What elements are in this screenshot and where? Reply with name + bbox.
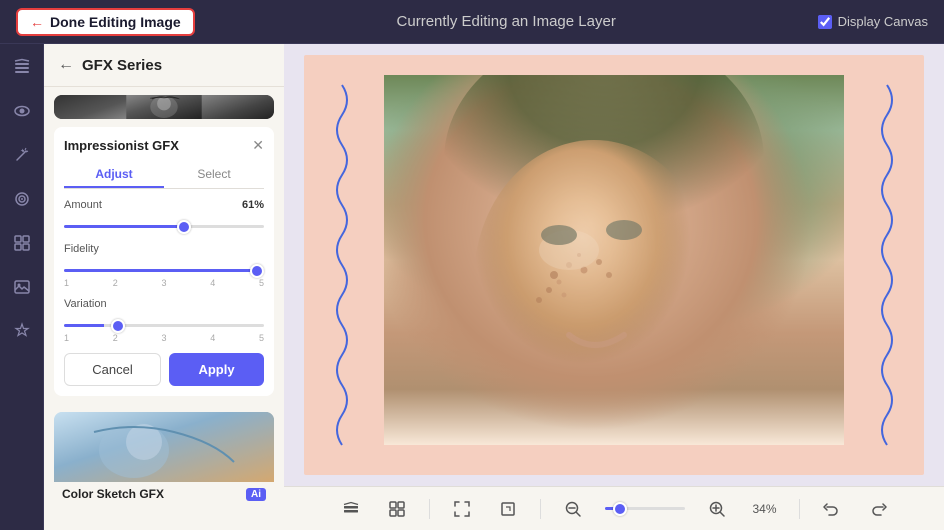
- gfx-series-header: ← GFX Series: [44, 44, 284, 87]
- back-arrow-icon: ←: [30, 14, 44, 30]
- main-content: ← GFX Series: [0, 44, 944, 530]
- variation-slider-group: Variation 12345: [64, 298, 264, 343]
- resize-icon[interactable]: [494, 495, 522, 523]
- magic-icon[interactable]: [9, 142, 35, 168]
- bottom-toolbar: 34%: [284, 486, 944, 530]
- gfx-series-title: GFX Series: [82, 57, 162, 74]
- apply-button[interactable]: Apply: [169, 353, 264, 386]
- fidelity-label: Fidelity: [64, 243, 99, 255]
- redo-button[interactable]: [864, 495, 892, 523]
- fidelity-label-row: Fidelity: [64, 243, 264, 255]
- amount-slider[interactable]: [64, 225, 264, 228]
- zoom-percent: 34%: [749, 502, 781, 516]
- canvas-area: 34%: [284, 44, 944, 530]
- layers-icon[interactable]: [9, 54, 35, 80]
- squiggly-right: [849, 55, 924, 475]
- variation-label-row: Variation: [64, 298, 264, 310]
- effects-icon[interactable]: [9, 186, 35, 212]
- impressionist-header: Impressionist GFX ✕: [64, 137, 264, 154]
- variation-ticks: 12345: [64, 333, 264, 343]
- amount-label: Amount: [64, 199, 102, 211]
- editing-title: Currently Editing an Image Layer: [397, 13, 616, 30]
- color-sketch-thumb: [54, 412, 274, 482]
- impressionist-title: Impressionist GFX: [64, 138, 179, 153]
- toolbar-sep-2: [540, 499, 541, 519]
- color-sketch-name: Color Sketch GFX: [62, 487, 164, 501]
- adjust-select-tabs: Adjust Select: [64, 162, 264, 189]
- canvas-workspace[interactable]: [284, 44, 944, 486]
- photo-area: [384, 75, 844, 445]
- ai-tools-icon[interactable]: [9, 318, 35, 344]
- grid-icon[interactable]: [9, 230, 35, 256]
- zoom-slider-group: [605, 507, 685, 510]
- variation-label: Variation: [64, 298, 107, 310]
- impressionist-panel: Impressionist GFX ✕ Adjust Select Amount…: [54, 127, 274, 396]
- comic-noir-thumb: [54, 95, 274, 119]
- action-buttons: Cancel Apply: [64, 353, 264, 386]
- top-bar: ← Done Editing Image Currently Editing a…: [0, 0, 944, 44]
- amount-label-row: Amount 61%: [64, 199, 264, 211]
- toolbar-sep-1: [429, 499, 430, 519]
- squiggly-left: [304, 55, 379, 475]
- variation-slider[interactable]: [64, 324, 264, 327]
- gfx-back-button[interactable]: ←: [58, 56, 74, 74]
- left-panel: ← GFX Series: [44, 44, 284, 530]
- icon-bar: [0, 44, 44, 530]
- image-icon[interactable]: [9, 274, 35, 300]
- fidelity-ticks: 12345: [64, 278, 264, 288]
- zoom-slider[interactable]: [605, 507, 685, 510]
- tab-select[interactable]: Select: [164, 162, 264, 188]
- tab-adjust[interactable]: Adjust: [64, 162, 164, 188]
- amount-slider-group: Amount 61%: [64, 199, 264, 233]
- canvas-container: [304, 55, 924, 475]
- color-sketch-card[interactable]: Color Sketch GFX Ai: [54, 412, 274, 506]
- color-sketch-ai-badge: Ai: [246, 488, 266, 501]
- color-sketch-label-row: Color Sketch GFX Ai: [54, 482, 274, 506]
- comic-noir-card[interactable]: Comic Noir GFX Ai: [54, 95, 274, 119]
- fidelity-slider-group: Fidelity 12345: [64, 243, 264, 288]
- grid-toolbar-icon[interactable]: [383, 495, 411, 523]
- zoom-out-button[interactable]: [559, 495, 587, 523]
- done-editing-label: Done Editing Image: [50, 14, 181, 30]
- toolbar-sep-3: [799, 499, 800, 519]
- undo-button[interactable]: [818, 495, 846, 523]
- display-canvas-label: Display Canvas: [838, 14, 928, 29]
- eye-icon[interactable]: [9, 98, 35, 124]
- display-canvas-checkbox[interactable]: [818, 15, 832, 29]
- zoom-in-button[interactable]: [703, 495, 731, 523]
- fit-screen-icon[interactable]: [448, 495, 476, 523]
- done-editing-button[interactable]: ← Done Editing Image: [16, 8, 195, 36]
- cancel-button[interactable]: Cancel: [64, 353, 161, 386]
- fidelity-slider[interactable]: [64, 269, 264, 272]
- layers-toolbar-icon[interactable]: [337, 495, 365, 523]
- display-canvas-control[interactable]: Display Canvas: [818, 14, 928, 29]
- impressionist-close-button[interactable]: ✕: [252, 137, 264, 154]
- amount-value: 61%: [242, 199, 264, 211]
